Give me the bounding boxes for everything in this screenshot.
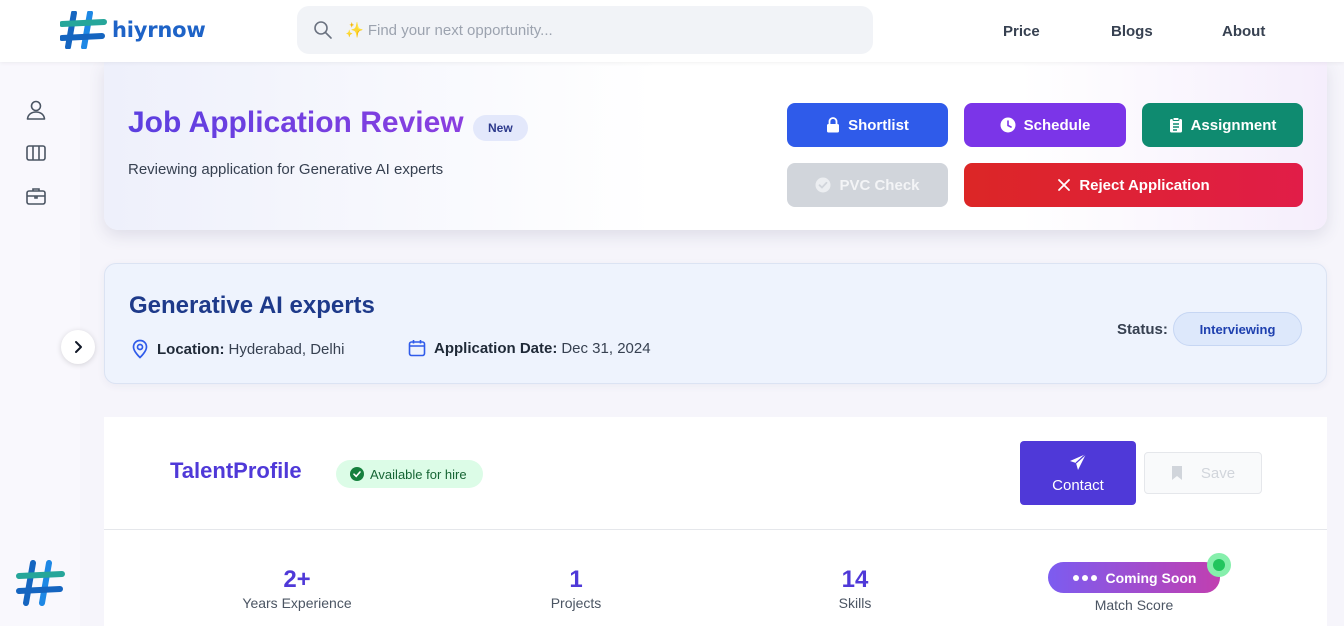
hashtag-logo-icon[interactable] (16, 560, 66, 606)
availability-badge: Available for hire (336, 460, 483, 488)
stat-label: Skills (838, 595, 872, 611)
hashtag-logo-icon (60, 11, 107, 49)
new-badge: New (473, 115, 528, 141)
check-circle-icon (815, 177, 831, 193)
stat-label: Projects (550, 595, 602, 611)
paper-plane-icon (1070, 453, 1087, 470)
contact-button[interactable]: Contact (1020, 441, 1136, 505)
pvc-check-button[interactable]: PVC Check (787, 163, 948, 207)
nav-blogs[interactable]: Blogs (1111, 0, 1153, 62)
schedule-label: Schedule (1023, 116, 1091, 134)
user-icon[interactable] (24, 98, 48, 122)
shortlist-label: Shortlist (848, 116, 909, 134)
calendar-icon (408, 340, 426, 357)
contact-label: Contact (1052, 476, 1104, 494)
talent-profile-card: TalentProfile Available for hire Contact… (104, 417, 1327, 626)
nav-about[interactable]: About (1222, 0, 1265, 62)
bookmark-icon (1171, 466, 1182, 480)
application-review-card: Job Application Review New Reviewing app… (104, 62, 1327, 230)
page-subtitle: Reviewing application for Generative AI … (128, 161, 444, 178)
assignment-button[interactable]: Assignment (1142, 103, 1303, 147)
status-badge: Interviewing (1173, 312, 1302, 346)
job-info-card: Generative AI experts Location: Hyderaba… (104, 263, 1327, 384)
stat-value: 2+ (283, 566, 311, 593)
talent-profile-title: TalentProfile (170, 458, 302, 483)
location-pin-icon (132, 339, 148, 359)
stat-value: 14 (841, 566, 869, 593)
top-header: hiyrnow Price Blogs About (0, 0, 1344, 62)
pvc-check-label: PVC Check (839, 176, 920, 194)
stat-projects: 1 Projects (496, 565, 656, 611)
job-title: Generative AI experts (129, 292, 375, 319)
divider (104, 529, 1327, 530)
clipboard-icon (1169, 117, 1182, 133)
save-button[interactable]: Save (1144, 452, 1262, 494)
search-icon (314, 21, 332, 39)
reject-application-label: Reject Application (1079, 176, 1210, 194)
status-label: Status: (1117, 321, 1168, 338)
chevron-right-icon (75, 341, 82, 353)
stat-skills: 14 Skills (775, 565, 935, 611)
logo-text: hiyrnow (112, 18, 206, 42)
location-label: Location: (157, 340, 225, 358)
clock-icon (1000, 117, 1016, 133)
date-label: Application Date: (434, 339, 558, 357)
stat-years-experience: 2+ Years Experience (217, 565, 377, 611)
match-score-label: Match Score (1094, 597, 1174, 613)
sidebar-expand-button[interactable] (61, 330, 95, 364)
search-input[interactable] (345, 6, 845, 54)
nav-price[interactable]: Price (1003, 0, 1040, 62)
availability-label: Available for hire (370, 466, 467, 482)
save-label: Save (1200, 464, 1236, 482)
stat-label: Years Experience (242, 595, 352, 611)
stat-value: 1 (569, 566, 583, 593)
assignment-label: Assignment (1190, 116, 1277, 134)
shortlist-button[interactable]: Shortlist (787, 103, 948, 147)
check-circle-icon (350, 467, 364, 481)
dots-icon (1072, 574, 1097, 581)
location-value: Hyderabad, Delhi (228, 340, 345, 358)
close-icon (1058, 179, 1071, 191)
search-bar[interactable] (297, 6, 873, 54)
columns-icon[interactable] (24, 141, 48, 165)
online-indicator (1207, 553, 1231, 577)
job-location: Location: Hyderabad, Delhi (131, 339, 344, 359)
page-title: Job Application Review (128, 106, 464, 139)
lock-icon (827, 117, 840, 133)
schedule-button[interactable]: Schedule (964, 103, 1126, 147)
briefcase-icon[interactable] (24, 184, 48, 208)
date-value: Dec 31, 2024 (561, 339, 651, 357)
match-score-badge: Coming Soon (1048, 562, 1220, 593)
brand-logo[interactable]: hiyrnow (60, 10, 206, 50)
coming-soon-label: Coming Soon (1105, 569, 1197, 586)
application-date: Application Date: Dec 31, 2024 (408, 339, 651, 357)
reject-application-button[interactable]: Reject Application (964, 163, 1303, 207)
